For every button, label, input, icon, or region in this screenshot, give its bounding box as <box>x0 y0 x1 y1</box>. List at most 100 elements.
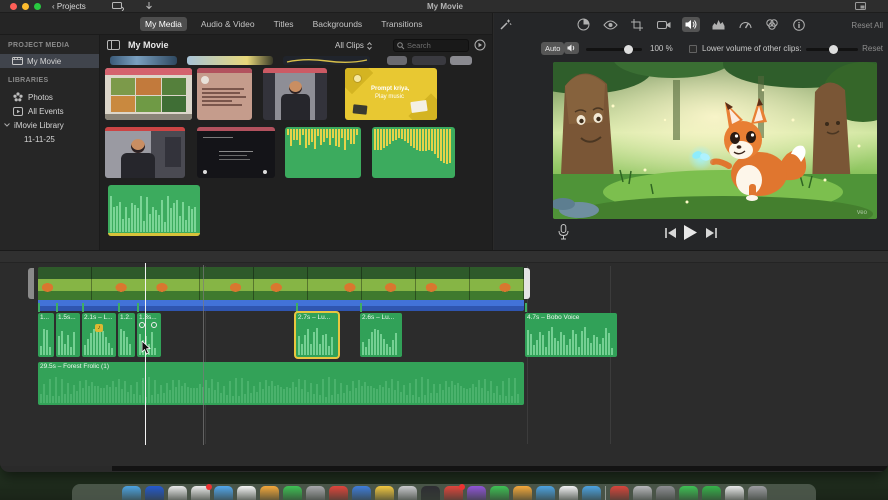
search-input[interactable] <box>407 41 465 50</box>
dock-app-icon[interactable] <box>655 486 675 500</box>
sidebar-toggle-icon[interactable] <box>107 40 120 50</box>
dock-app-icon[interactable] <box>190 484 212 500</box>
zoom-window-button[interactable] <box>34 3 41 10</box>
reset-button[interactable]: Reset <box>862 44 883 53</box>
dock-app-icon[interactable] <box>535 486 555 500</box>
media-thumbnail[interactable] <box>450 56 472 65</box>
dock-app-icon[interactable] <box>581 486 601 500</box>
timeline-horizontal-scrollbar[interactable] <box>112 466 888 471</box>
dock-app-icon[interactable] <box>328 486 348 500</box>
search-field[interactable] <box>393 39 469 52</box>
dock-app-icon[interactable] <box>167 486 187 500</box>
media-thumbnail[interactable]: Prompt kriya, Play music <box>345 68 437 120</box>
play-button[interactable] <box>684 225 697 240</box>
dock-app-icon[interactable] <box>305 486 325 500</box>
dock-app-icon[interactable] <box>558 486 578 500</box>
sidebar-item-photos[interactable]: Photos <box>0 90 99 104</box>
dock-app-icon[interactable] <box>282 486 302 500</box>
dock-app-icon[interactable] <box>609 486 629 500</box>
tab-backgrounds[interactable]: Backgrounds <box>308 17 368 31</box>
sidebar-item-event-date[interactable]: 11-11-25 <box>0 132 99 146</box>
dock-app-icon[interactable] <box>374 486 394 500</box>
dock-app-icon[interactable] <box>678 486 698 500</box>
auto-volume-button[interactable]: Auto <box>541 42 565 55</box>
color-correction-icon[interactable] <box>574 17 592 32</box>
sidebar-item-all-events[interactable]: All Events <box>0 104 99 118</box>
lower-volume-slider[interactable] <box>806 44 858 54</box>
media-thumbnail[interactable] <box>187 56 273 65</box>
media-thumbnail[interactable] <box>197 127 275 178</box>
lower-volume-slider-knob[interactable] <box>829 44 838 54</box>
dock-app-icon[interactable] <box>443 484 465 500</box>
stabilization-icon[interactable] <box>655 17 673 32</box>
media-thumbnail[interactable] <box>283 56 370 65</box>
volume-icon[interactable] <box>682 17 700 32</box>
download-arrow-icon[interactable] <box>145 2 153 11</box>
volume-slider[interactable] <box>586 44 642 54</box>
mute-button[interactable] <box>564 42 579 54</box>
dock-app-icon[interactable] <box>701 486 721 500</box>
dock-app-icon[interactable] <box>121 486 141 500</box>
voiceover-mic-icon[interactable] <box>558 224 569 240</box>
sidebar-item-imovie-library[interactable]: iMovie Library <box>0 118 99 132</box>
skip-back-button[interactable] <box>665 228 676 238</box>
import-media-icon[interactable] <box>112 2 124 11</box>
dock-app-icon[interactable] <box>236 486 256 500</box>
back-to-projects-button[interactable]: ‹ Projects <box>52 2 86 11</box>
media-thumbnail[interactable] <box>372 127 455 178</box>
clip-filter-icon[interactable] <box>763 17 781 32</box>
dock-app-icon[interactable] <box>213 486 233 500</box>
clip-trim-handle-left[interactable] <box>28 268 34 299</box>
dock-app-icon[interactable] <box>420 486 440 500</box>
audio-clip[interactable]: 4.7s – Bobo Voice <box>525 313 617 357</box>
lower-volume-checkbox[interactable] <box>689 45 697 53</box>
media-thumbnail[interactable] <box>285 127 361 178</box>
reset-all-button[interactable]: Reset All <box>851 21 883 30</box>
crop-icon[interactable] <box>628 17 646 32</box>
dock-app-icon[interactable] <box>397 486 417 500</box>
dock-app-icon[interactable] <box>144 486 164 500</box>
audio-clip[interactable]: 1.2... <box>118 313 135 357</box>
dock-app-icon[interactable] <box>632 486 652 500</box>
media-thumbnail[interactable] <box>105 68 192 120</box>
clip-trim-handle-right[interactable] <box>524 268 530 299</box>
media-thumbnail[interactable] <box>412 56 446 65</box>
clip-skimming-icon[interactable] <box>474 39 486 51</box>
tab-my-media[interactable]: My Media <box>140 17 187 31</box>
noise-reduction-icon[interactable] <box>709 17 727 32</box>
tab-titles[interactable]: Titles <box>269 17 299 31</box>
audio-clip[interactable]: 1.5s... <box>56 313 80 357</box>
dock-app-icon[interactable] <box>489 486 509 500</box>
media-thumbnail[interactable] <box>387 56 407 65</box>
minimize-window-button[interactable] <box>22 3 29 10</box>
media-thumbnail[interactable] <box>197 68 252 120</box>
tab-transitions[interactable]: Transitions <box>376 17 427 31</box>
audio-clip[interactable]: 2.6s – Lu... <box>360 313 402 357</box>
close-window-button[interactable] <box>10 3 17 10</box>
video-clip-audio-bar[interactable] <box>38 300 524 311</box>
enhance-wand-icon[interactable] <box>499 18 512 31</box>
tab-audio-video[interactable]: Audio & Video <box>196 17 260 31</box>
audio-clip-selected[interactable]: 2.7s – Lu... <box>296 313 338 357</box>
skip-forward-button[interactable] <box>706 228 717 238</box>
dock-app-icon[interactable] <box>351 486 371 500</box>
volume-point-icon[interactable] <box>151 322 157 328</box>
dock-app-icon[interactable] <box>724 486 744 500</box>
macos-dock[interactable] <box>72 484 816 500</box>
audio-clip[interactable]: 2.1s – L... ♪ <box>82 313 116 357</box>
preview-viewer[interactable]: Veo <box>553 62 877 219</box>
volume-slider-knob[interactable] <box>624 44 633 54</box>
clips-filter-dropdown[interactable]: All Clips <box>335 41 372 50</box>
dock-app-icon[interactable] <box>512 486 532 500</box>
media-thumbnail[interactable] <box>263 68 327 120</box>
dock-app-icon[interactable] <box>259 486 279 500</box>
sidebar-item-my-movie[interactable]: My Movie <box>0 54 99 68</box>
media-thumbnail[interactable] <box>105 127 185 178</box>
pip-icon[interactable] <box>855 2 866 10</box>
dock-app-icon[interactable] <box>747 486 767 500</box>
audio-clip[interactable]: 1... <box>38 313 54 357</box>
video-clip-filmstrip[interactable] <box>38 267 524 300</box>
color-balance-icon[interactable] <box>601 17 619 32</box>
speed-icon[interactable] <box>736 17 754 32</box>
media-thumbnail[interactable] <box>108 185 200 236</box>
